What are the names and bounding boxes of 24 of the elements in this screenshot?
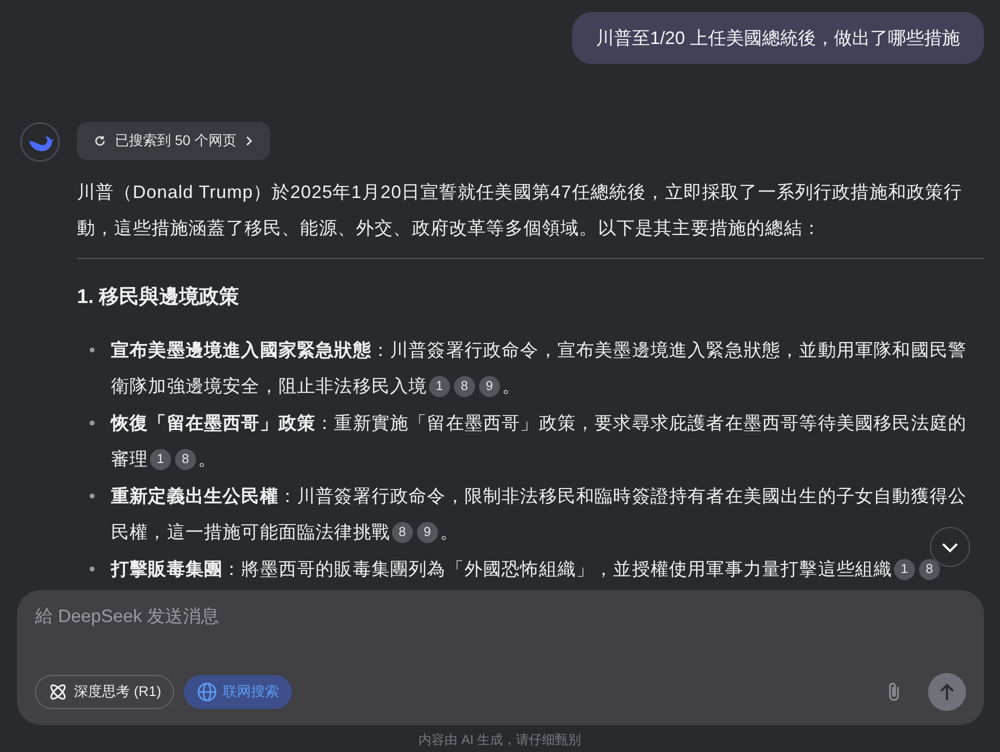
section-heading: 1. 移民與邊境政策 [77,284,240,310]
citation-badge[interactable]: 1 [894,558,916,580]
citation-badge[interactable]: 8 [454,376,476,396]
toggle-button[interactable]: 深度思考 (R1) [35,675,174,709]
user-message: 川普至1/20 上任美國總統後，做出了哪些措施 [572,12,984,64]
bullet-text: 打擊販毒集團：將墨西哥的販毒集團列為「外國恐怖組織」，並授權使用軍事力量打擊這些組織 1 8 [111,559,942,579]
bullet-marker: • [89,485,97,508]
citation-badge[interactable]: 9 [417,522,438,542]
citation-badge[interactable]: 8 [175,448,196,470]
bullet-text: 恢復「留在墨西哥」政策：重新實施「留在墨西哥」政策，要求尋求庇護者在墨西哥等待美國移民法庭的審理 1 8 。 [111,413,967,469]
bullet-marker: • [89,339,97,362]
citation-badge[interactable]: 8 [392,522,413,542]
search-results-chip[interactable]: 已搜索到 50 个网页 [77,122,270,160]
citation-badge[interactable]: 9 [479,376,500,396]
citation-badge[interactable]: 1 [150,448,172,470]
citation-badge[interactable]: 8 [919,558,940,580]
bullet-text: 宣布美墨邊境進入國家緊急狀態：川普簽署行政命令，宣布美墨邊境進入緊急狀態，並動用軍隊和國民警衛隊加強邊境安全，阻止非法移民入境 1 8 9 。 [111,340,967,396]
bullet-text: 重新定義出生公民權：川普簽署行政命令，限制非法移民和臨時簽證持有者在美國出生的子女自動獲得公民權，這一措施可能面臨法律挑戰 8 9 。 [111,486,967,542]
message-input[interactable]: 給 DeepSeek 发送消息 [35,606,966,627]
bullet-marker: • [89,558,97,581]
citation-badge[interactable]: 1 [429,376,450,396]
bullet-marker: • [89,412,97,435]
answer-paragraph: 川普（Donald Trump）於2025年1月20日宣誓就任美國第47任總統後，立即採取了一系列行政措施和政策行動，這些措施涵蓋了移民、能源、外交、政府改革等多個領域。以下是其主要措施的總結： [77,181,964,240]
disclaimer-text: 内容由 AI 生成，请仔细甄别 [418,731,582,749]
